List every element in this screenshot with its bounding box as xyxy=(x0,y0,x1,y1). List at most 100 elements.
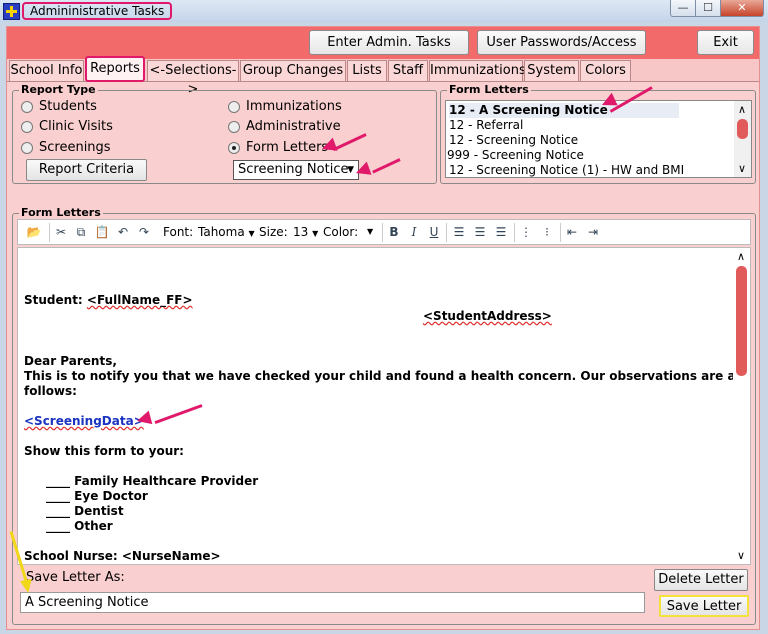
editor-group-title: Form Letters xyxy=(19,206,103,219)
notify-text-line1: This is to notify you that we have check… xyxy=(24,369,743,383)
scroll-down-icon[interactable]: ∨ xyxy=(737,550,745,562)
list-item[interactable]: 999 - Screening Notice xyxy=(447,148,584,163)
nurse-merge-field: <NurseName> xyxy=(121,549,221,563)
size-label: Size: xyxy=(259,225,288,239)
radio-indicator-selected xyxy=(228,142,240,154)
exit-button[interactable]: Exit xyxy=(697,30,754,55)
radio-screenings[interactable]: Screenings xyxy=(21,139,111,157)
report-criteria-button[interactable]: Report Criteria xyxy=(26,159,147,181)
student-line: Student: <FullName_FF> xyxy=(24,293,193,308)
tab-group-changes[interactable]: Group Changes xyxy=(240,60,346,81)
numbered-list-icon[interactable]: ⁝ xyxy=(539,224,555,240)
tab-school-info[interactable]: School Info xyxy=(9,60,84,81)
radio-form-letters[interactable]: Form Letters xyxy=(228,139,328,157)
radio-administrative[interactable]: Administrative xyxy=(228,118,341,136)
letter-type-select-value: Screening Notice xyxy=(238,162,349,177)
letter-editor[interactable]: Student: <FullName_FF> <StudentAddress> … xyxy=(17,247,751,565)
cut-icon[interactable]: ✂ xyxy=(53,224,69,240)
scroll-up-icon[interactable]: ∧ xyxy=(737,251,745,263)
radio-indicator xyxy=(228,101,240,113)
toolbar-separator xyxy=(560,223,561,242)
underline-icon[interactable]: U xyxy=(426,224,442,240)
tab-colors[interactable]: Colors xyxy=(580,60,631,81)
checklist-item: ____ Eye Doctor xyxy=(46,489,148,503)
maximize-button[interactable]: ☐ xyxy=(695,0,721,17)
list-scrollbar[interactable]: ∧ ∨ xyxy=(734,101,751,177)
user-passwords-button[interactable]: User Passwords/Access xyxy=(477,30,646,55)
toolbar-separator xyxy=(49,223,50,242)
bullet-list-icon[interactable]: ⋮ xyxy=(518,224,534,240)
list-item[interactable]: 12 - Screening Notice (1) - HW and BMI xyxy=(449,163,684,177)
nurse-line: School Nurse: <NurseName> xyxy=(24,549,221,564)
radio-clinic-visits[interactable]: Clinic Visits xyxy=(21,118,113,136)
student-label: Student: xyxy=(24,293,87,307)
form-letters-listbox[interactable]: 12 - A Screening Notice 12 - Referral 12… xyxy=(445,100,752,178)
letter-type-select[interactable]: Screening Notice ▼ xyxy=(233,160,359,180)
fullname-merge-field: <FullName_FF> xyxy=(86,293,193,307)
toolbar-separator xyxy=(382,223,383,242)
nurse-label: School Nurse: xyxy=(24,549,122,563)
minimize-button[interactable]: — xyxy=(670,0,696,17)
undo-icon[interactable]: ↶ xyxy=(115,224,131,240)
italic-icon[interactable]: I xyxy=(406,224,422,240)
scroll-up-icon[interactable]: ∧ xyxy=(738,104,746,116)
highlight-arrow-head xyxy=(19,579,35,594)
font-select[interactable]: Tahoma ▼ xyxy=(198,224,255,242)
open-folder-icon[interactable]: 📂 xyxy=(26,224,42,240)
radio-students[interactable]: Students xyxy=(21,98,97,116)
save-letter-button[interactable]: Save Letter xyxy=(659,595,749,617)
size-select[interactable]: 13 ▼ xyxy=(293,224,318,242)
enter-admin-tasks-button[interactable]: Enter Admin. Tasks xyxy=(309,30,469,55)
list-item[interactable]: 12 - Referral xyxy=(449,118,523,133)
tab-immunizations[interactable]: Immunizations xyxy=(429,60,526,81)
show-form-text: Show this form to your: xyxy=(24,444,184,458)
indent-icon[interactable]: ⇥ xyxy=(585,224,601,240)
delete-letter-button[interactable]: Delete Letter xyxy=(654,569,748,591)
paste-icon[interactable]: 📋 xyxy=(94,224,110,240)
tab-lists[interactable]: Lists xyxy=(347,60,387,81)
align-right-icon[interactable]: ☰ xyxy=(493,224,509,240)
redo-icon[interactable]: ↷ xyxy=(136,224,152,240)
radio-label: Clinic Visits xyxy=(39,119,113,134)
scroll-thumb[interactable] xyxy=(737,119,748,139)
greeting-text: Dear Parents, xyxy=(24,354,117,368)
radio-indicator xyxy=(228,121,240,133)
list-item[interactable]: 12 - Screening Notice xyxy=(449,133,578,148)
list-item[interactable]: 12 - A Screening Notice xyxy=(449,103,679,118)
font-label: Font: xyxy=(163,225,194,239)
color-dropdown-icon[interactable]: ▼ xyxy=(367,224,373,240)
checklist-item: ____ Family Healthcare Provider xyxy=(46,474,259,488)
form-letters-list-title: Form Letters xyxy=(447,83,531,96)
bold-icon[interactable]: B xyxy=(386,224,402,240)
report-type-title: Report Type xyxy=(19,83,98,96)
app-icon xyxy=(3,3,20,20)
font-select-value: Tahoma xyxy=(198,225,245,239)
align-left-icon[interactable]: ☰ xyxy=(451,224,467,240)
dropdown-arrow-icon: ▼ xyxy=(248,229,255,238)
radio-immunizations[interactable]: Immunizations xyxy=(228,98,342,116)
scroll-down-icon[interactable]: ∨ xyxy=(738,163,746,175)
radio-indicator xyxy=(21,142,33,154)
radio-indicator xyxy=(21,121,33,133)
tab-selections[interactable]: <-Selections-> xyxy=(147,60,239,97)
scroll-thumb[interactable] xyxy=(736,266,747,376)
window-title: Admininistrative Tasks xyxy=(22,2,173,20)
radio-label: Screenings xyxy=(39,140,111,155)
tab-system[interactable]: System xyxy=(524,60,579,81)
save-letter-as-input[interactable]: A Screening Notice xyxy=(20,592,645,613)
checklist-item: ____ Other xyxy=(46,519,113,533)
outdent-icon[interactable]: ⇤ xyxy=(564,224,580,240)
radio-label: Students xyxy=(39,99,97,114)
radio-label: Immunizations xyxy=(246,99,342,114)
close-button[interactable]: ✕ xyxy=(720,0,764,17)
radio-label: Administrative xyxy=(246,119,341,134)
tab-reports[interactable]: Reports xyxy=(85,56,145,82)
tab-staff[interactable]: Staff xyxy=(388,60,428,81)
screening-data-merge-field: <ScreeningData> xyxy=(24,414,144,428)
color-label: Color: xyxy=(323,225,359,239)
toolbar-separator xyxy=(446,223,447,242)
radio-label: Form Letters xyxy=(246,140,329,155)
editor-scrollbar[interactable]: ∧ ∨ xyxy=(733,248,750,564)
align-center-icon[interactable]: ☰ xyxy=(472,224,488,240)
copy-icon[interactable]: ⧉ xyxy=(73,224,89,240)
